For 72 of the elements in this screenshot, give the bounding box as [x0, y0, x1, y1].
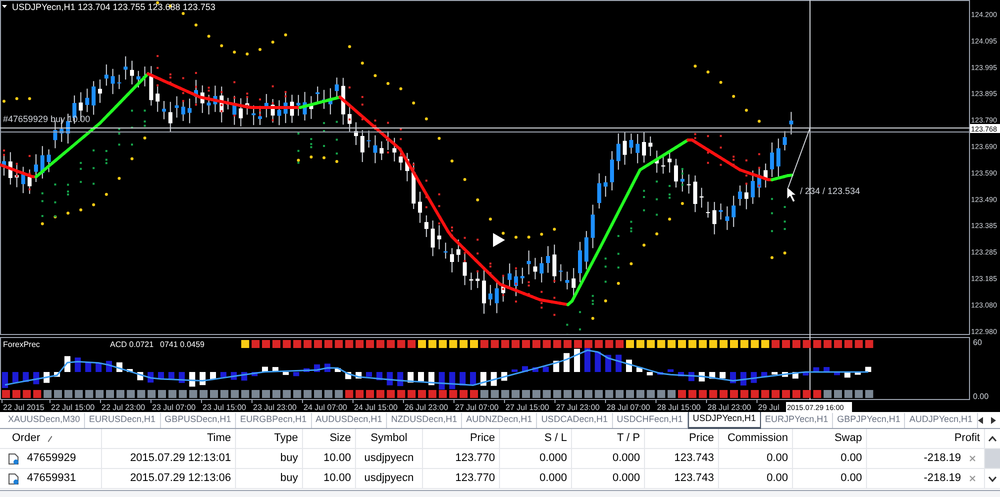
column-header[interactable]: Time — [206, 430, 231, 447]
indicator-scale-label: 0.00 — [973, 392, 989, 401]
time-axis-label: 24 Jul 07:00 — [304, 403, 348, 412]
symbol-tab[interactable]: AUDJPYecn,H1 — [905, 412, 978, 428]
symbol-tab[interactable]: AUDNZDecn,H1 — [462, 412, 538, 428]
table-cell-text: 0.000 — [539, 451, 567, 466]
time-axis-label: 28 Jul 23:00 — [708, 403, 752, 412]
table-cell-text: 123.743 — [674, 451, 714, 466]
time-axis-label: 23 Jul 23:00 — [253, 403, 297, 412]
table-cell-text: 0.00 — [766, 471, 788, 486]
table-cell-text: 0.00 — [840, 471, 862, 486]
column-header[interactable]: Price — [470, 430, 495, 447]
trade-row[interactable]: 47659929 2015.07.29 12:13:01 buy 10.00 usdjpyecn 123.770 0.000 0.000 123.743 0.00 0.00 -218.19 — [0, 449, 1000, 469]
table-cell-text: 2015.07.29 12:13:01 — [130, 451, 231, 466]
time-axis-label: 26 Jul 23:00 — [404, 403, 448, 412]
symbol-tab[interactable]: NZDUSDecn,H1 — [387, 412, 462, 428]
symbol-tab[interactable]: EURUSDecn,H1 — [85, 412, 161, 428]
time-axis-label: 27 Jul 07:00 — [455, 403, 499, 412]
time-axis-label: 23 Jul 15:00 — [202, 403, 246, 412]
indicator-label: ForexPrec — [3, 340, 40, 349]
table-cell-text: 47659929 — [27, 451, 76, 466]
table-cell-text: buy — [280, 471, 298, 486]
time-axis-label: 22 Jul 15:00 — [51, 403, 95, 412]
symbol-tab[interactable]: AUDUSDecn,H1 — [312, 412, 388, 428]
table-cell-text: 0.000 — [612, 451, 640, 466]
column-header[interactable]: Price — [688, 430, 714, 447]
table-cell-text: 123.770 — [455, 471, 495, 486]
table-cell-text: usdjpyecn — [364, 471, 414, 486]
symbol-tab[interactable]: GBPJPYecn,H1 — [833, 412, 906, 428]
symbol-tab[interactable]: USDJPYecn,H1 — [688, 412, 761, 428]
symbol-tab[interactable]: GBPUSDecn,H1 — [160, 412, 236, 428]
time-axis-label: 27 Jul 15:00 — [506, 403, 550, 412]
time-axis-label: 29 Jul — [758, 403, 780, 412]
table-cell-text: 0.00 — [766, 451, 788, 466]
time-axis-label: 28 Jul 15:00 — [657, 403, 701, 412]
time-axis-label: 28 Jul 07:00 — [606, 403, 650, 412]
column-header[interactable]: Size — [330, 430, 351, 447]
table-cell-text: 123.770 — [455, 451, 495, 466]
column-header[interactable]: Symbol — [370, 430, 408, 447]
indicator-label: 0741 0.0459 — [160, 340, 204, 349]
symbol-tab[interactable]: EURGBPecn,H1 — [236, 412, 312, 428]
table-cell-text: buy — [280, 451, 298, 466]
symbol-tab[interactable]: USDCADecn,H1 — [537, 412, 613, 428]
column-header[interactable]: Profit — [954, 430, 980, 447]
indicator-label: ACD 0.0721 — [110, 340, 154, 349]
table-cell-text: 123.743 — [674, 471, 714, 486]
column-header[interactable]: S / L — [544, 430, 567, 447]
time-axis-label: 24 Jul 15:00 — [354, 403, 398, 412]
table-cell-text: 0.000 — [612, 471, 640, 486]
table-cell-text: 0.000 — [539, 471, 567, 486]
time-axis-label: 22 Jul 2015 — [3, 403, 44, 412]
indicator-scale-label: 60 — [973, 338, 982, 347]
time-axis-label: 27 Jul 23:00 — [556, 403, 600, 412]
table-cell-text: usdjpyecn — [364, 451, 414, 466]
column-header[interactable]: T / P — [616, 430, 640, 447]
table-cell-text: 47659931 — [27, 471, 76, 486]
table-cell-text: 10.00 — [323, 451, 351, 466]
table-cell-text: 2015.07.29 12:13:06 — [130, 471, 231, 486]
time-axis-label: 22 Jul 23:00 — [102, 403, 146, 412]
column-header[interactable]: Type — [274, 430, 298, 447]
table-cell-text: 0.00 — [840, 451, 862, 466]
column-header[interactable]: Commission — [727, 430, 788, 447]
symbol-tab[interactable]: EURJPYecn,H1 — [760, 412, 834, 428]
column-header[interactable]: Swap — [834, 430, 862, 447]
time-axis-label: 23 Jul 07:00 — [152, 403, 196, 412]
table-cell-text: -218.19 — [924, 451, 961, 466]
table-cell-text: -218.19 — [924, 471, 961, 486]
symbol-tab[interactable]: XAUUSDecn,M30 — [4, 412, 86, 428]
trade-row[interactable]: 47659931 2015.07.29 12:13:06 buy 10.00 usdjpyecn 123.770 0.000 0.000 123.743 0.00 0.00 -218.19 — [0, 469, 1000, 489]
table-cell-text: 10.00 — [323, 471, 351, 486]
chart-title: USDJPYecn,H1 123.704 123.755 123.688 123.753 — [12, 2, 216, 12]
column-header[interactable]: Order — [12, 430, 40, 447]
